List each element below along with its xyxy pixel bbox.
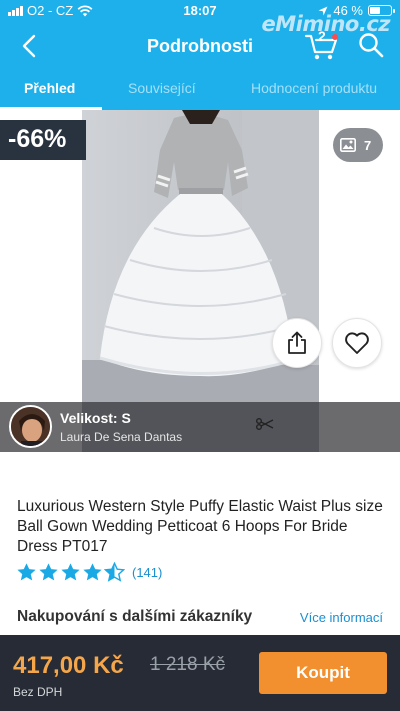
tab-bar: Přehled Související Hodnocení produktu xyxy=(0,72,400,110)
star-full-icon xyxy=(17,563,36,581)
share-icon xyxy=(288,331,306,354)
vat-note: Bez DPH xyxy=(13,685,63,699)
discount-badge: -66% xyxy=(0,120,86,160)
buy-button[interactable]: Koupit xyxy=(259,652,387,694)
gallery-icon xyxy=(340,138,356,152)
tab-hodnoceni-produktu[interactable]: Hodnocení produktu xyxy=(251,80,377,96)
tab-prehled[interactable]: Přehled xyxy=(24,80,75,96)
review-size-label: Velikost: S xyxy=(60,410,131,426)
current-price: 417,00 Kč xyxy=(13,652,124,679)
share-button[interactable] xyxy=(272,318,322,368)
original-price: 1 218 Kč xyxy=(150,654,225,675)
cart-button[interactable]: 2 xyxy=(304,28,340,62)
scissors-icon xyxy=(256,418,274,430)
status-bar: O2 - CZ 18:07 46 % eMimino.cz xyxy=(0,0,400,36)
section-title: Nakupování s dalšími zákazníky xyxy=(17,608,253,625)
reviewer-name: Laura De Sena Dantas xyxy=(60,430,183,444)
more-info-link[interactable]: Více informací xyxy=(300,610,383,625)
favorite-button[interactable] xyxy=(332,318,382,368)
reviewer-avatar[interactable] xyxy=(9,405,52,448)
rating-count[interactable]: (141) xyxy=(132,565,162,580)
product-image-gallery[interactable]: -66% 7 Velikost: S Laura De Sena Dantas xyxy=(0,110,400,452)
product-photo-illustration xyxy=(82,110,319,452)
tab-souvisejici[interactable]: Související xyxy=(128,80,196,96)
star-full-icon xyxy=(83,563,102,581)
heart-icon xyxy=(345,332,369,354)
product-detail-screen: O2 - CZ 18:07 46 % eMimino.cz Podrobnost… xyxy=(0,0,400,711)
search-button[interactable] xyxy=(356,30,386,60)
cart-count-badge: 2 xyxy=(318,28,326,44)
star-half-icon xyxy=(104,562,125,582)
product-photo[interactable] xyxy=(82,110,319,452)
app-header: O2 - CZ 18:07 46 % eMimino.cz Podrobnost… xyxy=(0,0,400,110)
product-title: Luxurious Western Style Puffy Elastic Wa… xyxy=(17,498,383,555)
purchase-bar: 417,00 Kč 1 218 Kč Bez DPH Koupit xyxy=(0,635,400,711)
cart-notification-dot xyxy=(332,34,338,40)
star-full-icon xyxy=(61,563,80,581)
product-rating[interactable]: (141) xyxy=(16,562,162,583)
star-full-icon xyxy=(39,563,58,581)
image-count-label: 7 xyxy=(364,137,372,153)
search-icon xyxy=(359,33,384,58)
top-bar: Podrobnosti 2 xyxy=(0,24,400,68)
page-title: Podrobnosti xyxy=(147,36,253,56)
image-count-button[interactable]: 7 xyxy=(333,128,383,162)
